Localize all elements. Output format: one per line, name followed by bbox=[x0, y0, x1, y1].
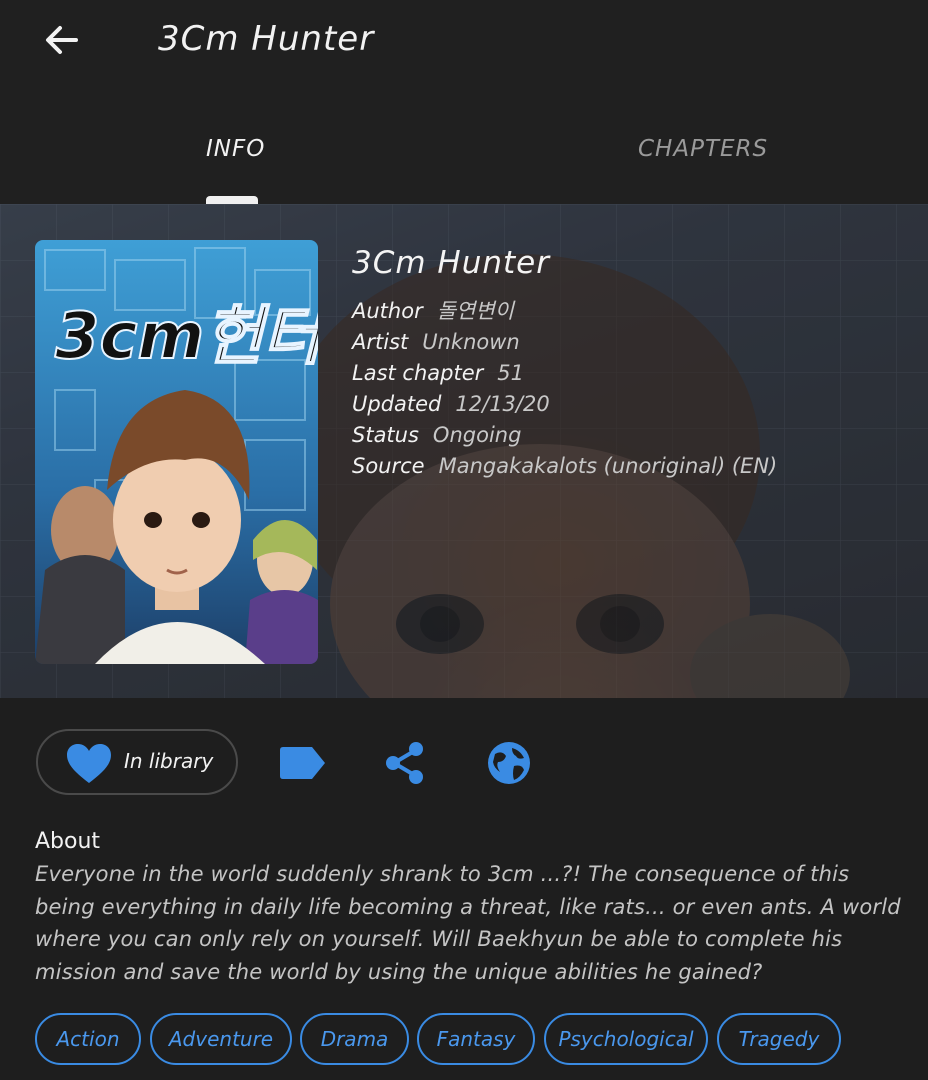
tab-indicator bbox=[206, 196, 258, 204]
status-value: Ongoing bbox=[432, 423, 522, 447]
author-value: 돌연변이 bbox=[436, 299, 514, 323]
genre-tag-action[interactable]: Action bbox=[35, 1013, 141, 1065]
last-chapter-label: Last chapter bbox=[352, 361, 484, 385]
genre-tag-fantasy[interactable]: Fantasy bbox=[417, 1013, 535, 1065]
updated-label: Updated bbox=[352, 392, 442, 416]
genre-tag-tragedy[interactable]: Tragedy bbox=[717, 1013, 841, 1065]
about-description[interactable]: Everyone in the world suddenly shrank to… bbox=[35, 858, 905, 988]
last-chapter-row: Last chapter 51 bbox=[352, 358, 912, 389]
share-button[interactable] bbox=[380, 738, 430, 788]
tab-info[interactable]: INFO bbox=[206, 136, 265, 162]
genre-tag-adventure[interactable]: Adventure bbox=[150, 1013, 292, 1065]
app-bar: 3Cm Hunter bbox=[0, 0, 928, 88]
artist-label: Artist bbox=[352, 330, 409, 354]
artist-row[interactable]: Artist Unknown bbox=[352, 327, 912, 358]
author-label: Author bbox=[352, 299, 423, 323]
updated-value: 12/13/20 bbox=[455, 392, 550, 416]
updated-row: Updated 12/13/20 bbox=[352, 389, 912, 420]
arrow-left-icon bbox=[46, 26, 78, 54]
globe-icon bbox=[488, 742, 530, 784]
genre-tag-drama[interactable]: Drama bbox=[300, 1013, 409, 1065]
tab-chapters[interactable]: CHAPTERS bbox=[638, 136, 768, 162]
open-in-browser-button[interactable] bbox=[484, 738, 534, 788]
cover-image[interactable]: 3cm헌터 bbox=[35, 240, 318, 664]
label-tag-icon bbox=[280, 747, 325, 779]
genre-tags: Action Adventure Drama Fantasy Psycholog… bbox=[35, 1013, 915, 1067]
manga-info: 3Cm Hunter Author 돌연변이 Artist Unknown Last… bbox=[352, 240, 912, 482]
back-button[interactable] bbox=[36, 14, 88, 66]
action-bar: In library bbox=[0, 698, 928, 828]
source-row: Source Mangakakalots (unoriginal) (EN) bbox=[352, 451, 912, 482]
heart-icon bbox=[67, 744, 111, 783]
about-title: About bbox=[35, 829, 101, 854]
in-library-label: In library bbox=[124, 749, 214, 773]
in-library-button[interactable]: In library bbox=[36, 729, 238, 795]
edit-categories-button[interactable] bbox=[278, 738, 328, 788]
source-label: Source bbox=[352, 454, 425, 478]
last-chapter-value: 51 bbox=[497, 361, 524, 385]
cover-art: 3cm헌터 bbox=[35, 240, 318, 664]
about-section: About Everyone in the world suddenly shr… bbox=[35, 826, 905, 988]
manga-header: 3cm헌터 3Cm Hunter Author 돌연변이 Artist Unknow… bbox=[0, 204, 928, 698]
cover-title-text: 3cm헌터 bbox=[55, 300, 318, 374]
tab-bar: INFO CHAPTERS bbox=[0, 88, 928, 204]
manga-title: 3Cm Hunter bbox=[352, 245, 550, 281]
author-row[interactable]: Author 돌연변이 bbox=[352, 296, 912, 327]
app-title: 3Cm Hunter bbox=[158, 19, 375, 59]
artist-value: Unknown bbox=[422, 330, 520, 354]
status-label: Status bbox=[352, 423, 419, 447]
share-icon bbox=[386, 742, 423, 784]
genre-tag-psychological[interactable]: Psychological bbox=[544, 1013, 708, 1065]
status-row: Status Ongoing bbox=[352, 420, 912, 451]
source-value: Mangakakalots (unoriginal) (EN) bbox=[438, 454, 778, 478]
